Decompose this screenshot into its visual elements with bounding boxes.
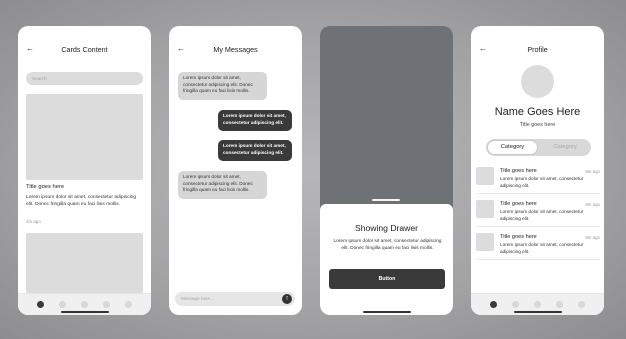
messages-header: ← My Messages	[169, 26, 302, 72]
back-arrow-icon[interactable]: ←	[479, 45, 487, 53]
message-input[interactable]: Message here... ↑	[175, 292, 295, 306]
drawer-button[interactable]: Button	[329, 269, 445, 289]
avatar[interactable]	[521, 65, 554, 98]
tab-4[interactable]	[555, 301, 563, 308]
message-bubble-outgoing: Lorem ipsum dolor sit amet, consectetur …	[218, 140, 292, 161]
search-input[interactable]: Search	[26, 72, 143, 85]
profile-screen: ← Profile Name Goes Here Title goes here…	[471, 26, 604, 315]
list-item-title: Title goes here	[500, 168, 537, 174]
tab-5[interactable]	[577, 301, 585, 308]
tab-5[interactable]	[124, 301, 132, 308]
list-item[interactable]: Title goes here 8m ago Lorem ipsum dolor…	[476, 199, 600, 227]
tab-home[interactable]	[490, 301, 498, 308]
list-item-time: 8m ago	[585, 169, 600, 174]
segment-category-inactive[interactable]: Category	[539, 140, 591, 155]
cards-screen: ← Cards Content Search Title goes here L…	[18, 26, 151, 315]
card-timestamp: 4m ago	[26, 219, 41, 224]
back-arrow-icon[interactable]: ←	[26, 45, 34, 53]
card-image-placeholder[interactable]	[26, 94, 143, 180]
tab-4[interactable]	[102, 301, 110, 308]
drawer-body: Lorem ipsum dolor sit amet, consectetur …	[333, 239, 442, 251]
home-indicator	[363, 311, 411, 313]
card-image-placeholder[interactable]	[26, 233, 143, 293]
message-placeholder: Message here...	[181, 296, 214, 301]
home-indicator	[514, 311, 562, 313]
tab-2[interactable]	[59, 301, 67, 308]
list-item[interactable]: Title goes here 8m ago Lorem ipsum dolor…	[476, 166, 600, 194]
list-item-body: Lorem ipsum dolor sit amet, consectetur …	[500, 176, 584, 188]
list-thumbnail	[476, 167, 494, 185]
drawer-title: Showing Drawer	[354, 223, 419, 233]
tab-2[interactable]	[512, 301, 520, 308]
drawer-screen: Showing Drawer Lorem ipsum dolor sit ame…	[320, 26, 453, 315]
message-bubble-incoming: Lorem ipsum dolor sit amet, consectetur …	[178, 72, 267, 100]
home-indicator	[61, 311, 109, 313]
tab-home[interactable]	[37, 301, 45, 308]
tab-3[interactable]	[533, 301, 541, 308]
card-title: Title goes here	[26, 184, 65, 190]
list-item-body: Lorem ipsum dolor sit amet, consectetur …	[500, 242, 584, 254]
list-item-title: Title goes here	[500, 201, 537, 207]
list-item-title: Title goes here	[500, 234, 537, 240]
drawer-handle[interactable]	[372, 199, 400, 201]
tab-3[interactable]	[80, 301, 88, 308]
list-item-time: 8m ago	[585, 202, 600, 207]
bottom-drawer: Showing Drawer Lorem ipsum dolor sit ame…	[320, 204, 453, 315]
list-thumbnail	[476, 200, 494, 218]
list-item[interactable]: Title goes here 8m ago Lorem ipsum dolor…	[476, 232, 600, 260]
segment-category-active[interactable]: Category	[487, 140, 538, 155]
page-title: Profile	[527, 44, 548, 54]
send-arrow-icon[interactable]: ↑	[282, 294, 292, 304]
list-thumbnail	[476, 233, 494, 251]
page-title: My Messages	[213, 44, 258, 54]
back-arrow-icon[interactable]: ←	[177, 45, 185, 53]
profile-subtitle: Title goes here	[519, 122, 556, 128]
message-bubble-incoming: Lorem ipsum dolor sit amet, consectetur …	[178, 171, 267, 199]
cards-header: ← Cards Content	[18, 26, 151, 72]
list-item-time: 8m ago	[585, 235, 600, 240]
message-bubble-outgoing: Lorem ipsum dolor sit amet, consectetur …	[218, 110, 292, 131]
profile-name: Name Goes Here	[494, 106, 581, 118]
page-title: Cards Content	[61, 44, 108, 54]
category-segmented-control: Category Category	[486, 139, 591, 156]
messages-screen: ← My Messages Lorem ipsum dolor sit amet…	[169, 26, 302, 315]
list-item-body: Lorem ipsum dolor sit amet, consectetur …	[500, 209, 584, 221]
card-body: Lorem ipsum dolor sit amet, consectetur …	[26, 195, 137, 208]
